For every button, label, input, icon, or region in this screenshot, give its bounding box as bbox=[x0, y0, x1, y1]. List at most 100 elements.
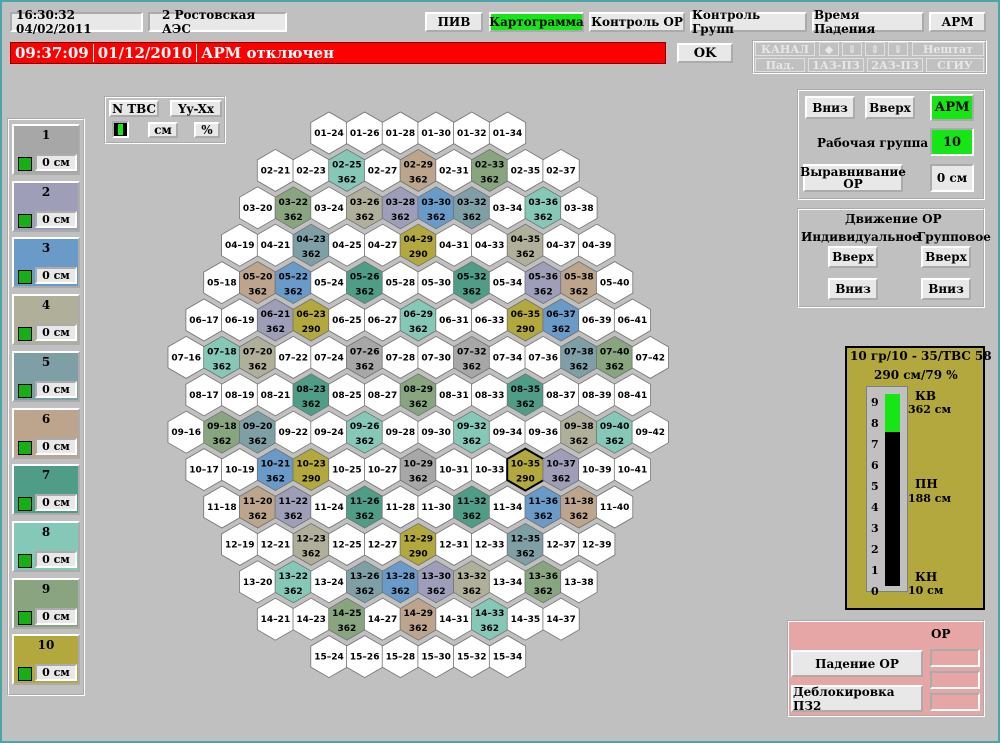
fuel-assembly-05-32[interactable]: 05–32 362 bbox=[453, 261, 491, 305]
fuel-assembly-04-21[interactable]: 04–21 bbox=[256, 223, 295, 267]
fuel-assembly-01-28[interactable]: 01–28 bbox=[381, 111, 420, 155]
fuel-assembly-05-34[interactable]: 05–34 bbox=[488, 261, 527, 305]
fuel-assembly-07-38[interactable]: 07–38 362 bbox=[560, 335, 598, 379]
fuel-assembly-08-31[interactable]: 08–31 bbox=[435, 373, 473, 417]
fuel-assembly-06-23[interactable]: 06–23 290 bbox=[292, 298, 330, 342]
fuel-assembly-01-32[interactable]: 01–32 bbox=[453, 111, 491, 155]
group-up-button[interactable]: Вверх bbox=[921, 246, 971, 268]
fuel-assembly-05-18[interactable]: 05–18 bbox=[203, 261, 241, 305]
fuel-assembly-05-36[interactable]: 05–36 362 bbox=[524, 261, 562, 305]
fuel-assembly-02-27[interactable]: 02–27 bbox=[363, 148, 402, 192]
fuel-assembly-13-38[interactable]: 13–38 bbox=[560, 560, 598, 604]
fuel-assembly-06-41[interactable]: 06–41 bbox=[613, 298, 651, 342]
fuel-assembly-03-22[interactable]: 03–22 362 bbox=[274, 186, 312, 230]
fuel-assembly-12-25[interactable]: 12–25 bbox=[328, 522, 366, 566]
fuel-assembly-06-33[interactable]: 06–33 bbox=[471, 298, 509, 342]
fuel-assembly-10-21[interactable]: 10–21 362 bbox=[256, 448, 295, 492]
fuel-assembly-13-32[interactable]: 13–32 362 bbox=[453, 560, 491, 604]
fuel-assembly-07-40[interactable]: 07–40 362 bbox=[596, 335, 634, 379]
fuel-assembly-01-24[interactable]: 01–24 bbox=[310, 111, 348, 155]
fuel-assembly-11-22[interactable]: 11–22 362 bbox=[274, 485, 312, 529]
fuel-assembly-08-29[interactable]: 08–29 362 bbox=[399, 373, 437, 417]
individual-up-button[interactable]: Вверх bbox=[828, 246, 878, 268]
fuel-assembly-06-21[interactable]: 06–21 362 bbox=[256, 298, 295, 342]
fuel-assembly-09-40[interactable]: 09–40 362 bbox=[596, 410, 634, 454]
fuel-assembly-12-37[interactable]: 12–37 bbox=[542, 522, 580, 566]
fuel-assembly-07-24[interactable]: 07–24 bbox=[310, 335, 348, 379]
fuel-assembly-14-21[interactable]: 14–21 bbox=[256, 597, 295, 641]
fuel-assembly-08-35[interactable]: 08–35 362 bbox=[506, 373, 544, 417]
fuel-assembly-05-40[interactable]: 05–40 bbox=[596, 261, 634, 305]
fuel-assembly-09-20[interactable]: 09–20 362 bbox=[238, 410, 277, 454]
fuel-assembly-08-37[interactable]: 08–37 bbox=[542, 373, 580, 417]
fuel-assembly-07-22[interactable]: 07–22 bbox=[274, 335, 312, 379]
fuel-assembly-07-30[interactable]: 07–30 bbox=[417, 335, 455, 379]
fuel-assembly-12-19[interactable]: 12–19 bbox=[221, 522, 259, 566]
fuel-assembly-05-38[interactable]: 05–38 362 bbox=[560, 261, 598, 305]
fuel-assembly-08-27[interactable]: 08–27 bbox=[363, 373, 402, 417]
fuel-assembly-10-25[interactable]: 10–25 bbox=[328, 448, 366, 492]
fuel-assembly-11-30[interactable]: 11–30 bbox=[417, 485, 455, 529]
fuel-assembly-09-26[interactable]: 09–26 362 bbox=[346, 410, 384, 454]
fuel-assembly-07-42[interactable]: 07–42 bbox=[631, 335, 669, 379]
fuel-assembly-10-31[interactable]: 10–31 bbox=[435, 448, 473, 492]
fuel-assembly-14-35[interactable]: 14–35 bbox=[506, 597, 544, 641]
fuel-assembly-03-24[interactable]: 03–24 bbox=[310, 186, 348, 230]
fuel-assembly-08-33[interactable]: 08–33 bbox=[471, 373, 509, 417]
fuel-assembly-02-21[interactable]: 02–21 bbox=[256, 148, 295, 192]
fuel-assembly-10-19[interactable]: 10–19 bbox=[221, 448, 259, 492]
fuel-assembly-06-17[interactable]: 06–17 bbox=[185, 298, 223, 342]
fuel-assembly-14-33[interactable]: 14–33 362 bbox=[471, 597, 509, 641]
fuel-assembly-07-28[interactable]: 07–28 bbox=[381, 335, 420, 379]
fuel-assembly-06-19[interactable]: 06–19 bbox=[221, 298, 259, 342]
fuel-assembly-14-23[interactable]: 14–23 bbox=[292, 597, 330, 641]
fuel-assembly-15-24[interactable]: 15–24 bbox=[310, 635, 348, 679]
fuel-assembly-03-38[interactable]: 03–38 bbox=[560, 186, 598, 230]
fuel-assembly-01-26[interactable]: 01–26 bbox=[346, 111, 384, 155]
fuel-assembly-15-26[interactable]: 15–26 bbox=[346, 635, 384, 679]
fuel-assembly-13-36[interactable]: 13–36 362 bbox=[524, 560, 562, 604]
fuel-assembly-11-28[interactable]: 11–28 bbox=[381, 485, 420, 529]
fuel-assembly-03-26[interactable]: 03–26 362 bbox=[346, 186, 384, 230]
fuel-assembly-11-32[interactable]: 11–32 362 bbox=[453, 485, 491, 529]
fuel-assembly-02-25[interactable]: 02–25 362 bbox=[328, 148, 366, 192]
fuel-assembly-09-32[interactable]: 09–32 362 bbox=[453, 410, 491, 454]
fuel-assembly-04-39[interactable]: 04–39 bbox=[578, 223, 616, 267]
control-down-button[interactable]: Вниз bbox=[805, 96, 855, 119]
fuel-assembly-13-28[interactable]: 13–28 362 bbox=[381, 560, 420, 604]
fuel-assembly-06-39[interactable]: 06–39 bbox=[578, 298, 616, 342]
fuel-assembly-06-35[interactable]: 06–35 290 bbox=[506, 298, 544, 342]
fuel-assembly-02-29[interactable]: 02–29 362 bbox=[399, 148, 437, 192]
fuel-assembly-06-27[interactable]: 06–27 bbox=[363, 298, 402, 342]
fuel-assembly-13-24[interactable]: 13–24 bbox=[310, 560, 348, 604]
fuel-assembly-13-26[interactable]: 13–26 362 bbox=[346, 560, 384, 604]
fuel-assembly-05-20[interactable]: 05–20 362 bbox=[238, 261, 277, 305]
fuel-assembly-11-26[interactable]: 11–26 362 bbox=[346, 485, 384, 529]
fuel-assembly-03-32[interactable]: 03–32 362 bbox=[453, 186, 491, 230]
fuel-assembly-11-36[interactable]: 11–36 362 bbox=[524, 485, 562, 529]
fuel-assembly-10-27[interactable]: 10–27 bbox=[363, 448, 402, 492]
rod-fall-button[interactable]: Падение ОР bbox=[791, 650, 923, 677]
fuel-assembly-05-28[interactable]: 05–28 bbox=[381, 261, 420, 305]
fuel-assembly-07-20[interactable]: 07–20 362 bbox=[238, 335, 277, 379]
fuel-assembly-05-24[interactable]: 05–24 bbox=[310, 261, 348, 305]
fuel-assembly-08-19[interactable]: 08–19 bbox=[221, 373, 259, 417]
fuel-assembly-11-40[interactable]: 11–40 bbox=[596, 485, 634, 529]
fuel-assembly-09-42[interactable]: 09–42 bbox=[631, 410, 669, 454]
fuel-assembly-09-36[interactable]: 09–36 bbox=[524, 410, 562, 454]
individual-down-button[interactable]: Вниз bbox=[828, 278, 878, 300]
fuel-assembly-04-23[interactable]: 04–23 362 bbox=[292, 223, 330, 267]
fuel-assembly-12-27[interactable]: 12–27 bbox=[363, 522, 402, 566]
fuel-assembly-08-23[interactable]: 08–23 362 bbox=[292, 373, 330, 417]
fuel-assembly-02-31[interactable]: 02–31 bbox=[435, 148, 473, 192]
fuel-assembly-08-21[interactable]: 08–21 bbox=[256, 373, 295, 417]
fuel-assembly-14-25[interactable]: 14–25 362 bbox=[328, 597, 366, 641]
fuel-assembly-07-16[interactable]: 07–16 bbox=[167, 335, 205, 379]
fuel-assembly-02-23[interactable]: 02–23 bbox=[292, 148, 330, 192]
fuel-assembly-03-36[interactable]: 03–36 362 bbox=[524, 186, 562, 230]
fuel-assembly-05-30[interactable]: 05–30 bbox=[417, 261, 455, 305]
fuel-assembly-10-35[interactable]: 10–35 290 bbox=[506, 447, 545, 492]
fuel-assembly-09-16[interactable]: 09–16 bbox=[167, 410, 205, 454]
fuel-assembly-04-25[interactable]: 04–25 bbox=[328, 223, 366, 267]
fuel-assembly-10-37[interactable]: 10–37 362 bbox=[542, 448, 580, 492]
